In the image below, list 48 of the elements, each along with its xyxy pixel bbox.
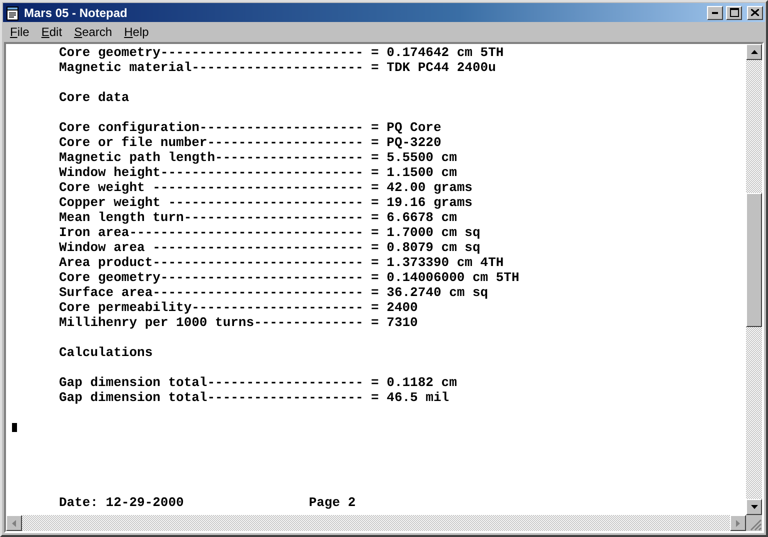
document-line: Core or file number-------------------- = PQ-3220	[59, 135, 442, 150]
left-arrow-icon	[12, 520, 16, 526]
scroll-left-button[interactable]	[6, 515, 22, 531]
maximize-button[interactable]	[726, 6, 742, 20]
text-cursor	[12, 423, 17, 432]
document-line: Window height-------------------------- = 1.1500 cm	[59, 165, 457, 180]
document-line: Core permeability---------------------- = 2400	[59, 300, 418, 315]
menu-item[interactable]: File	[4, 23, 36, 41]
document-line: Core data	[59, 90, 130, 105]
text-area[interactable]	[6, 44, 746, 515]
document-line: Date: 12-29-2000	[59, 495, 184, 510]
document-line: Core configuration--------------------- = PQ Core	[59, 120, 442, 135]
minimize-icon	[712, 12, 718, 14]
menu-item[interactable]: Search	[68, 23, 118, 41]
scroll-right-button[interactable]	[730, 515, 746, 531]
document-line: Page 2	[308, 495, 356, 510]
close-button[interactable]	[747, 6, 763, 20]
menu-item[interactable]: Help	[118, 23, 155, 41]
down-arrow-icon	[750, 505, 758, 509]
document-line: Mean length turn----------------------- = 6.6678 cm	[59, 210, 457, 225]
scroll-up-button[interactable]	[746, 44, 762, 60]
document-line: Magnetic path length------------------- = 5.5500 cm	[59, 150, 457, 165]
document-line: Core geometry-------------------------- = 0.174642 cm 5TH	[59, 45, 504, 60]
vertical-scrollbar[interactable]	[746, 44, 762, 515]
up-arrow-icon	[750, 50, 758, 54]
document-line: Surface area--------------------------- = 36.2740 cm sq	[59, 285, 488, 300]
document-line: Millihenry per 1000 turns-------------- = 7310	[59, 315, 418, 330]
document-line: Gap dimension total-------------------- = 46.5 mil	[59, 390, 450, 405]
document-line: Area product--------------------------- = 1.373390 cm 4TH	[59, 255, 504, 270]
document-line: Core geometry-------------------------- = 0.14006000 cm 5TH	[59, 270, 520, 285]
window-title: Mars 05 - Notepad	[24, 4, 128, 22]
close-icon	[751, 9, 759, 16]
document-line: Window area --------------------------- = 0.8079 cm sq	[59, 240, 480, 255]
document-line: Core weight --------------------------- = 42.00 grams	[59, 180, 472, 195]
document-line: Iron area------------------------------ = 1.7000 cm sq	[59, 225, 480, 240]
document-line: Magnetic material---------------------- = TDK PC44 2400u	[59, 60, 496, 75]
maximize-icon	[730, 8, 738, 17]
scroll-down-button[interactable]	[746, 499, 762, 515]
minimize-button[interactable]	[707, 6, 723, 20]
horizontal-scrollbar[interactable]	[6, 515, 746, 531]
document-line: Calculations	[59, 345, 153, 360]
document-line: Copper weight ------------------------- = 19.16 grams	[59, 195, 472, 210]
notepad-icon	[5, 4, 21, 20]
resize-grip-icon[interactable]	[750, 519, 762, 531]
document-line: Gap dimension total-------------------- = 0.1182 cm	[59, 375, 457, 390]
menu-item[interactable]: Edit	[35, 23, 68, 41]
scroll-thumb[interactable]	[746, 193, 762, 327]
right-arrow-icon	[736, 520, 740, 526]
